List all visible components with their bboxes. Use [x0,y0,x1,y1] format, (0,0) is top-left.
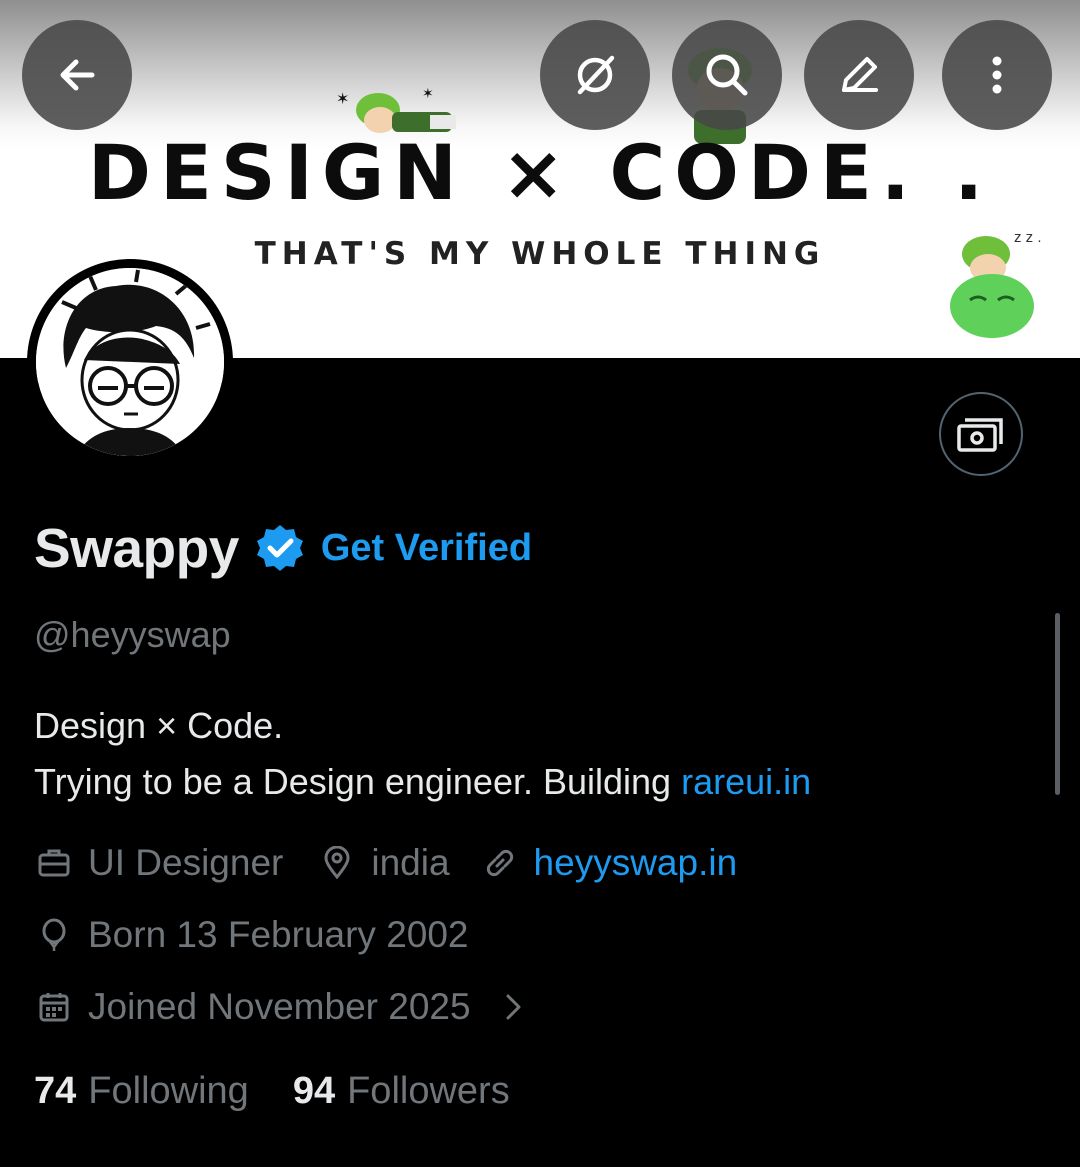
pencil-icon [842,57,878,92]
bio-link[interactable]: rareui.in [681,761,811,802]
edit-profile-button[interactable] [804,20,914,130]
svg-text:✶: ✶ [336,91,349,108]
arrow-left-icon [60,59,95,91]
following-count: 74 [34,1070,77,1112]
location: india [371,842,450,883]
banner-title: DESIGN × CODE. . [87,128,993,217]
location-pin-icon [317,843,357,883]
tips-button[interactable] [939,392,1023,476]
profession: UI Designer [88,842,284,883]
svg-text:z z .: z z . [1014,229,1042,246]
profile-bio: Design × Code. Trying to be a Design eng… [34,698,811,810]
birthday: Born 13 February 2002 [88,914,469,955]
briefcase-icon [34,843,74,883]
chevron-right-icon [493,987,533,1027]
bio-line-1: Design × Code. [34,705,284,746]
following-label: Following [88,1070,249,1112]
scrollbar[interactable] [1055,613,1060,795]
display-name: Swappy [34,517,239,579]
balloon-icon [34,915,74,955]
followers-link[interactable]: 94 Followers [293,1070,510,1113]
profile-meta-row-1: UI Designer india heyyswap.in [34,842,737,884]
profile-avatar[interactable] [27,259,233,465]
following-link[interactable]: 74 Following [34,1070,249,1113]
avatar-illustration [36,268,224,456]
grok-button[interactable] [540,20,650,130]
join-date: Joined November 2025 [88,986,471,1027]
back-button[interactable] [22,20,132,130]
more-options-button[interactable] [942,20,1052,130]
website-link[interactable]: heyyswap.in [534,842,738,884]
search-icon [706,54,748,96]
user-handle: @heyyswap [34,614,231,655]
money-icon [957,418,1003,452]
calendar-icon [34,987,74,1027]
search-button[interactable] [672,20,782,130]
followers-count: 94 [292,1070,336,1112]
grok-icon [577,55,615,95]
name-row: Swappy Get Verified [34,516,532,580]
verified-badge-icon[interactable] [255,523,305,573]
profile-meta-row-3[interactable]: Joined November 2025 [34,986,533,1028]
link-icon [480,843,520,883]
bio-line-2-text: Trying to be a Design engineer. Building [34,761,682,802]
blob-character-sticker: z z . [950,229,1042,338]
svg-text:✶: ✶ [422,85,434,101]
more-vertical-icon [992,56,1002,94]
get-verified-link[interactable]: Get Verified [321,527,532,570]
follow-stats: 74 Following 94 Followers [34,1070,510,1113]
followers-label: Followers [347,1070,510,1112]
bio-line-2: Trying to be a Design engineer. Building… [34,754,811,810]
profile-meta-row-2: Born 13 February 2002 [34,914,469,956]
